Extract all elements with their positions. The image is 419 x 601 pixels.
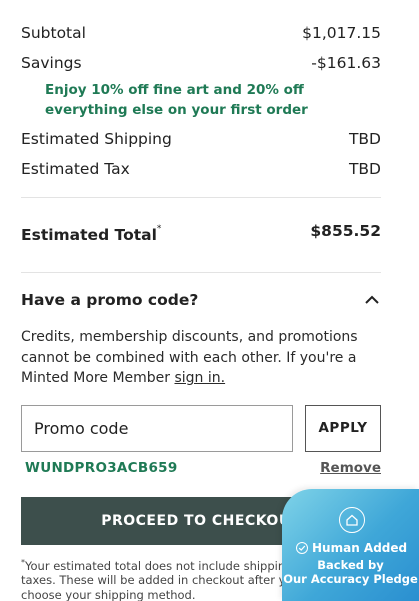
remove-promo-link[interactable]: Remove [320,460,381,476]
promo-disclaimer: Credits, membership discounts, and promo… [21,329,358,386]
applied-promo-row: WUNDPRO3ACB659 Remove [21,459,381,477]
tax-value: TBD [348,160,381,178]
applied-promo-code: WUNDPRO3ACB659 [25,459,178,476]
apply-button[interactable]: APPLY [305,404,381,452]
promo-code-input[interactable]: Promo code [21,404,293,452]
subtotal-row: Subtotal $1,017.15 [21,18,381,48]
shipping-value: TBD [348,130,381,148]
check-circle-icon [296,542,308,554]
subtotal-value: $1,017.15 [302,24,381,42]
promo-toggle[interactable]: Have a promo code? [21,273,381,327]
tax-row: Estimated Tax TBD [21,154,381,184]
promo-form: Promo code APPLY [21,404,381,452]
savings-value: -$161.63 [311,54,381,72]
badge-subtitle: Backed by Our Accuracy Pledge [283,558,418,586]
promo-heading: Have a promo code? [21,291,199,309]
order-summary: Subtotal $1,017.15 Savings -$161.63 Enjo… [21,0,381,477]
footnote: *Your estimated total does not include s… [21,558,308,601]
chevron-up-icon[interactable] [363,291,381,309]
total-value: $855.52 [310,222,381,240]
savings-row: Savings -$161.63 [21,48,381,78]
subtotal-label: Subtotal [21,24,86,42]
total-row: Estimated Total* $855.52 [21,198,381,272]
total-label: Estimated Total* [21,224,162,244]
tax-label: Estimated Tax [21,160,130,178]
savings-label: Savings [21,54,82,72]
sign-in-link[interactable]: sign in. [174,370,225,386]
accuracy-pledge-badge[interactable]: Human Added Backed by Our Accuracy Pledg… [282,489,419,601]
total-footnote-marker: * [156,224,162,234]
promo-note: Enjoy 10% off fine art and 20% off every… [45,82,308,118]
home-icon [339,507,365,533]
shipping-row: Estimated Shipping TBD [21,124,381,154]
shipping-label: Estimated Shipping [21,130,172,148]
badge-title: Human Added [296,541,407,555]
